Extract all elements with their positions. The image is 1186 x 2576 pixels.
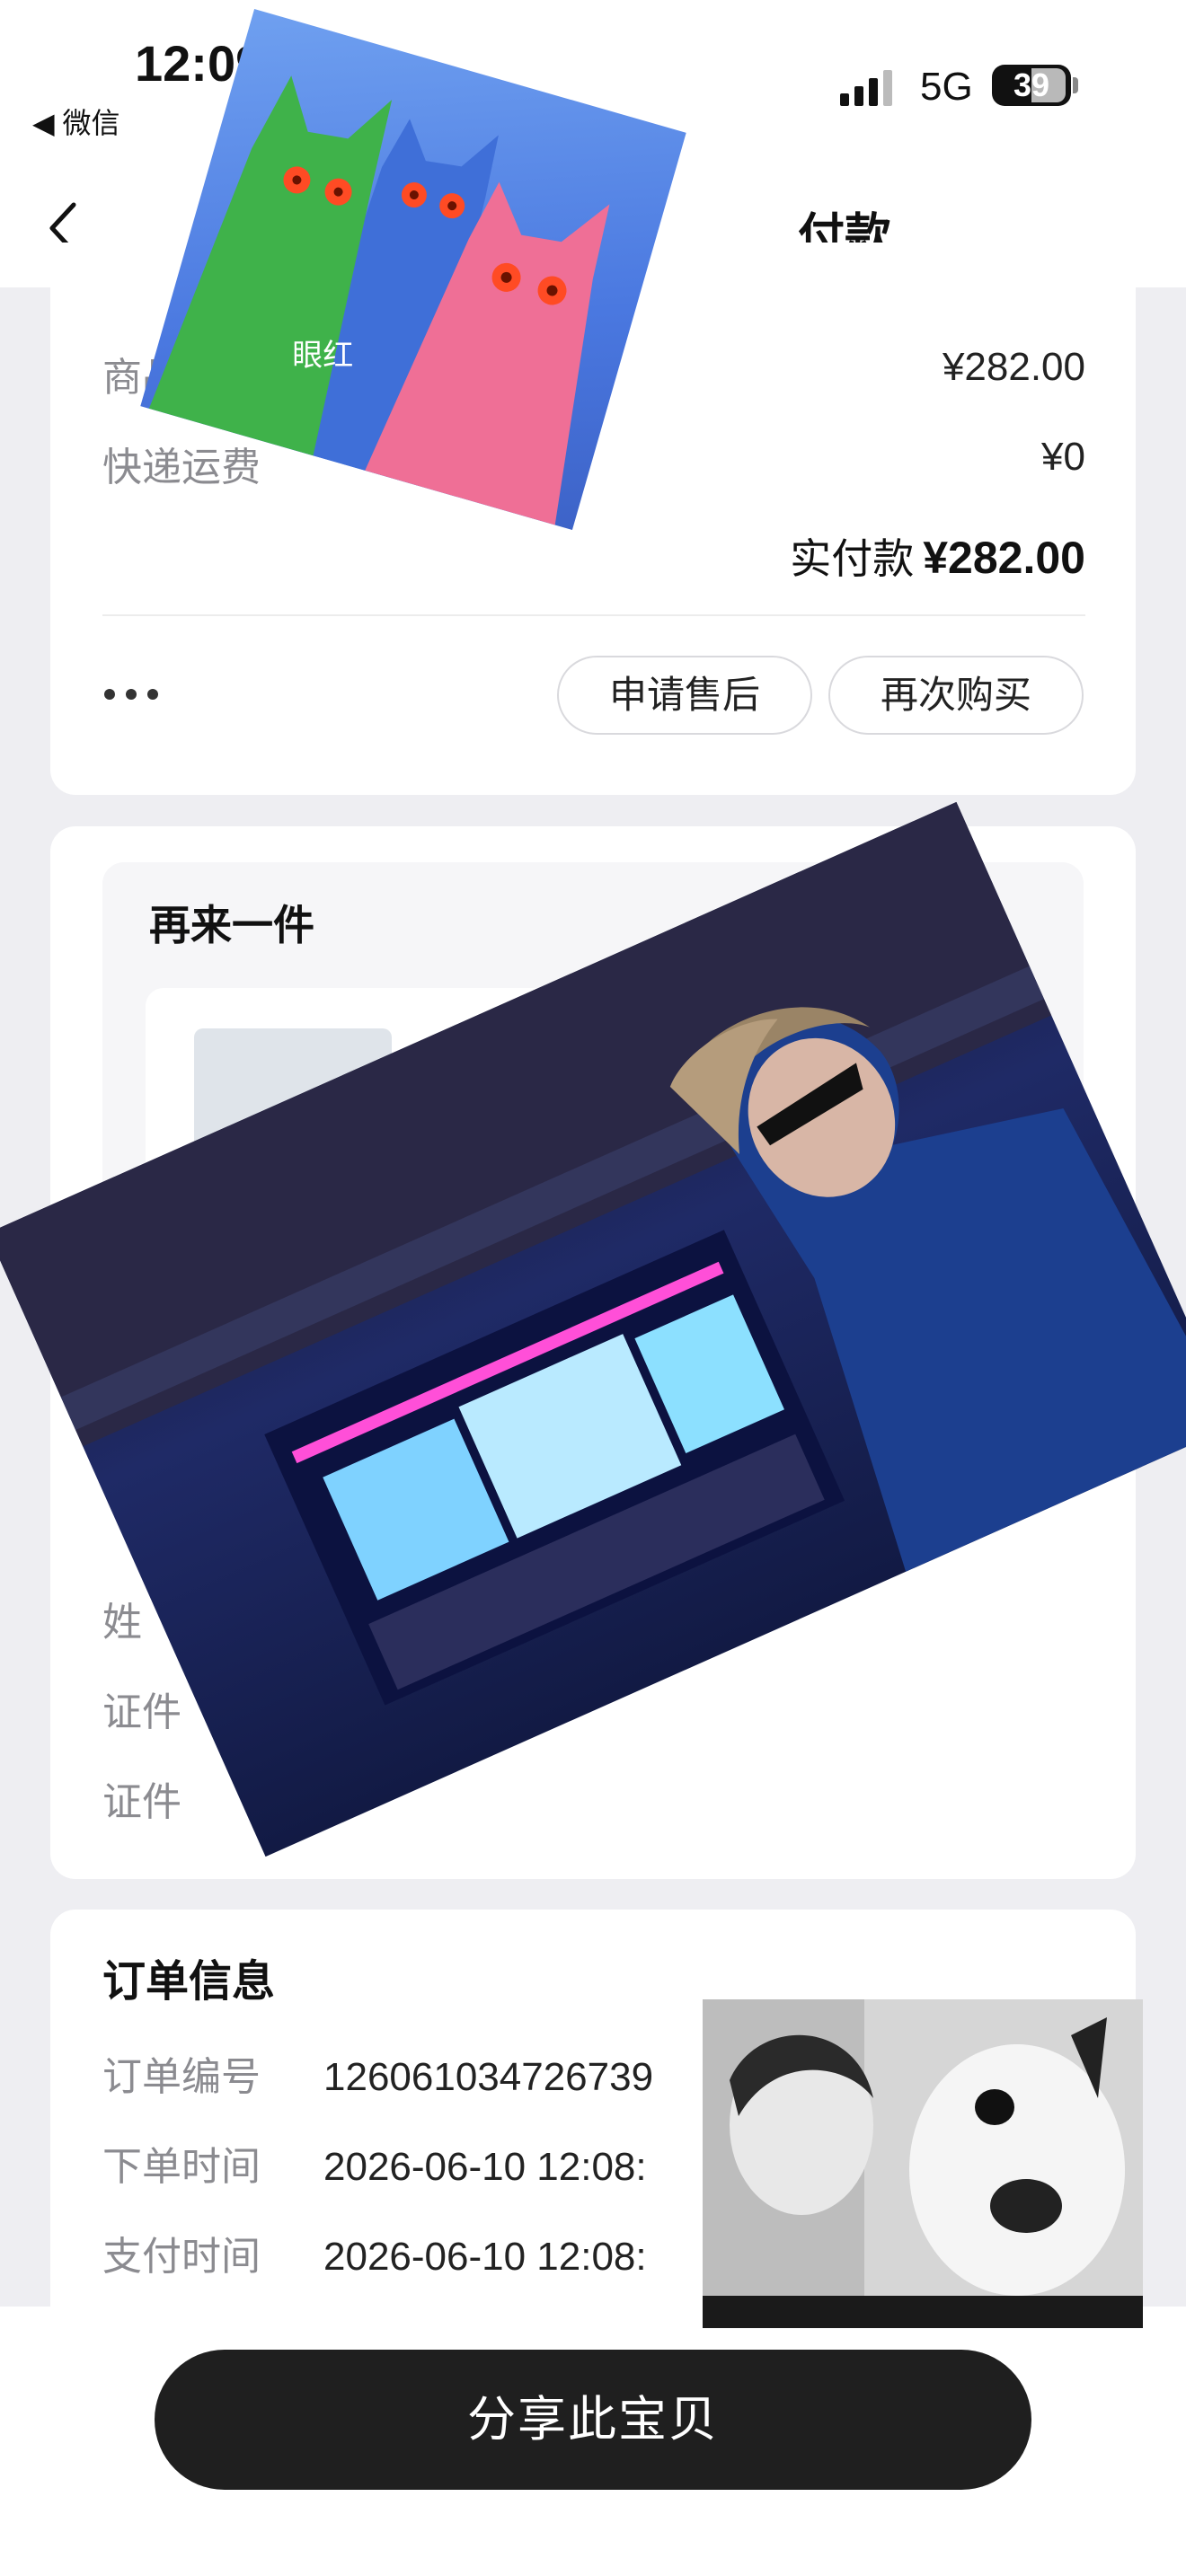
shipping-value: ¥0 bbox=[1041, 435, 1085, 479]
after-sale-button[interactable]: 申请售后 bbox=[557, 656, 812, 735]
buy-again-button[interactable]: 再次购买 bbox=[828, 656, 1084, 735]
payment-time-value: 2026-06-10 12:08: bbox=[323, 2235, 647, 2279]
bw-photo bbox=[703, 1999, 1143, 2328]
id-number-label: 证件 bbox=[102, 1780, 181, 1824]
goods-value: ¥282.00 bbox=[942, 345, 1085, 389]
order-number-row[interactable]: 订单编号 126061034726739 bbox=[102, 2044, 653, 2102]
battery-icon: 39 bbox=[992, 65, 1071, 106]
payment-time-row: 支付时间 2026-06-10 12:08: bbox=[102, 2224, 647, 2281]
order-number-label: 订单编号 bbox=[102, 2055, 261, 2099]
order-info-title: 订单信息 bbox=[102, 1958, 276, 2006]
id-type-label: 证件 bbox=[102, 1690, 181, 1734]
more-options-icon[interactable] bbox=[104, 688, 169, 706]
shipping-label: 快递运费 bbox=[102, 446, 261, 490]
order-number-value: 126061034726739 bbox=[323, 2055, 654, 2099]
cats-caption: 眼红 bbox=[292, 338, 353, 374]
divider bbox=[102, 614, 1085, 616]
paid-label: 实付款 bbox=[790, 535, 915, 582]
name-label: 姓 bbox=[102, 1601, 142, 1645]
order-time-value: 2026-06-10 12:08: bbox=[323, 2145, 647, 2189]
bw-photo-sticker[interactable] bbox=[703, 1999, 1143, 2328]
repurchase-title: 再来一件 bbox=[149, 902, 314, 948]
payment-time-label: 支付时间 bbox=[102, 2235, 261, 2279]
bottom-action-bar: 分享此宝贝 bbox=[0, 2307, 1186, 2576]
cellular-signal-icon bbox=[840, 70, 892, 106]
order-time-row: 下单时间 2026-06-10 12:08: bbox=[102, 2134, 647, 2192]
network-type: 5G bbox=[920, 65, 973, 109]
paid-total: 实付款 ¥282.00 bbox=[790, 526, 1085, 586]
battery-level: 39 bbox=[1013, 66, 1050, 103]
paid-value: ¥282.00 bbox=[923, 533, 1085, 583]
share-item-button[interactable]: 分享此宝贝 bbox=[155, 2350, 1031, 2490]
battery-tip bbox=[1073, 77, 1078, 93]
order-time-label: 下单时间 bbox=[102, 2145, 261, 2189]
back-to-app-link[interactable]: ◀ 微信 bbox=[32, 101, 120, 142]
